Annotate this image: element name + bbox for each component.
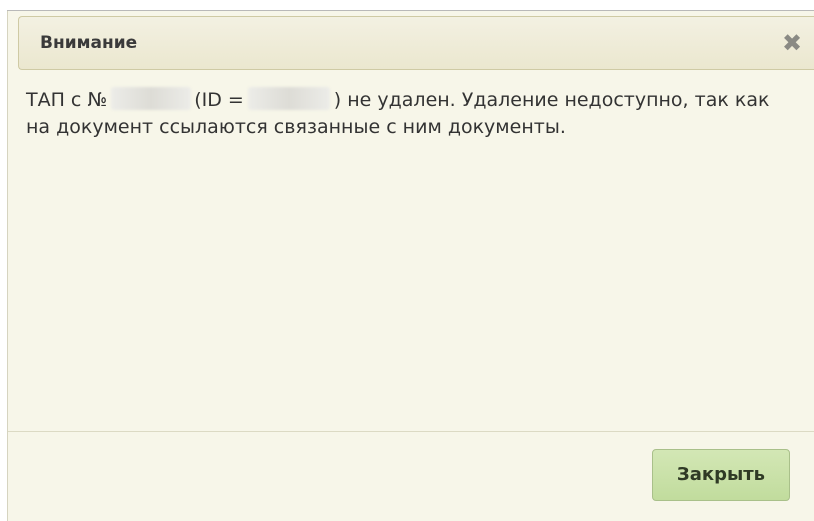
dialog-message: ТАП с № (ID = ) не удален. Удаление недост… [26, 87, 814, 141]
close-icon[interactable]: ✖ [769, 17, 814, 69]
page: Внимание ✖ ТАП с № (ID = ) не удален. Удал… [0, 0, 814, 521]
dialog-title: Внимание [40, 33, 138, 53]
close-button[interactable]: Закрыть [652, 449, 790, 501]
message-text-id: (ID = [194, 89, 244, 111]
alert-dialog: Внимание ✖ ТАП с № (ID = ) не удален. Удал… [7, 11, 814, 521]
dialog-titlebar: Внимание ✖ [18, 16, 814, 70]
message-text-tap: ТАП с № [26, 89, 108, 111]
redacted-id [247, 87, 330, 110]
message-text-not-deleted: ) не удален. Удаление недоступно, так ка… [333, 89, 770, 111]
footer-divider [8, 431, 814, 432]
message-line-2: на документ ссылаются связанные с ним до… [26, 116, 566, 138]
redacted-number [111, 87, 192, 110]
message-line-1: ТАП с № (ID = ) не удален. Удаление недост… [26, 87, 814, 114]
